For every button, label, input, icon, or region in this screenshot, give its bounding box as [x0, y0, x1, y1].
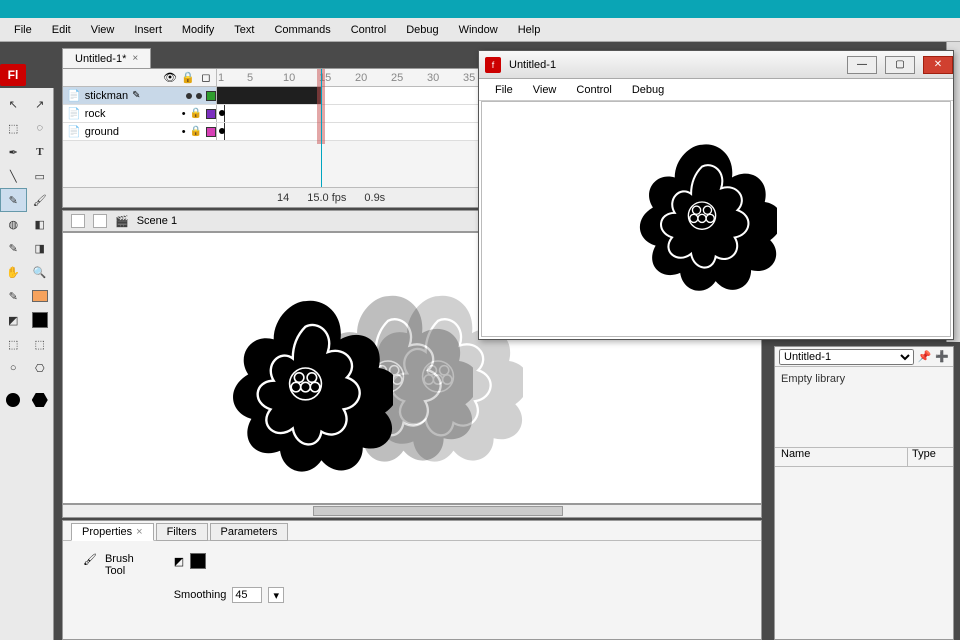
close-button[interactable]: ✕ [923, 56, 953, 74]
stroke-color[interactable]: ✎ [0, 284, 27, 308]
brush-tool[interactable]: 🖌 [27, 188, 53, 212]
outline-icon[interactable]: ◻ [200, 71, 212, 84]
library-col-type[interactable]: Type [907, 448, 953, 466]
minimize-button[interactable]: — [847, 56, 877, 74]
zoom-tool[interactable]: 🔍 [27, 260, 54, 284]
menu-modify[interactable]: Modify [172, 20, 224, 40]
main-menubar: File Edit View Insert Modify Text Comman… [0, 18, 960, 42]
selection-tool[interactable]: ↖ [0, 92, 27, 116]
library-document-select[interactable]: Untitled-1 [779, 349, 914, 365]
free-transform-tool[interactable]: ⬚ [0, 116, 27, 140]
brush-size[interactable] [0, 388, 27, 412]
current-frame: 14 [277, 192, 289, 204]
no-color[interactable]: ⬚ [27, 332, 54, 356]
preview-title: Untitled-1 [509, 59, 556, 71]
ink-bottle-tool[interactable]: ◍ [0, 212, 27, 236]
eyedropper-tool[interactable]: ✎ [0, 236, 27, 260]
lock-icon[interactable]: 🔒 [182, 71, 194, 84]
line-tool[interactable]: ╲ [0, 164, 27, 188]
lasso-tool[interactable]: ◌ [27, 116, 54, 140]
document-tab[interactable]: Untitled-1* × [62, 48, 151, 68]
preview-menu-view[interactable]: View [523, 81, 567, 99]
smoothing-label: Smoothing [174, 589, 227, 601]
tab-parameters[interactable]: Parameters [210, 523, 289, 541]
smoothing-dropdown[interactable]: ▾ [268, 587, 284, 603]
library-panel: Untitled-1 📌 ➕ Empty library Name Type [774, 346, 954, 640]
fps-display: 15.0 fps [307, 192, 346, 204]
menu-commands[interactable]: Commands [264, 20, 340, 40]
pencil-tool[interactable]: ✎ [0, 188, 27, 212]
eye-icon[interactable]: 👁 [164, 71, 176, 84]
library-empty-text: Empty library [775, 367, 953, 391]
app-logo: Fl [0, 64, 26, 86]
back-button[interactable] [71, 214, 85, 228]
brush-icon: 🖌 [83, 553, 97, 566]
hand-tool[interactable]: ✋ [0, 260, 27, 284]
preview-menu-file[interactable]: File [485, 81, 523, 99]
menu-control[interactable]: Control [341, 20, 396, 40]
library-col-name[interactable]: Name [775, 448, 907, 466]
menu-window[interactable]: Window [449, 20, 508, 40]
fill-swatch[interactable] [27, 308, 54, 332]
document-tab-label: Untitled-1* [75, 53, 126, 65]
preview-titlebar[interactable]: f Untitled-1 — ▢ ✕ [479, 51, 953, 79]
brush-shape[interactable] [27, 388, 54, 412]
menu-insert[interactable]: Insert [124, 20, 172, 40]
fill-color-swatch[interactable] [190, 553, 206, 569]
properties-panel: Properties× Filters Parameters 🖌 Brush T… [62, 520, 762, 640]
library-columns: Name Type [775, 447, 953, 467]
fill-color[interactable]: ◩ [0, 308, 27, 332]
tool-option-2[interactable]: ⎔ [27, 356, 54, 380]
tool-option-1[interactable]: ○ [0, 356, 27, 380]
forward-button[interactable] [93, 214, 107, 228]
new-library-icon[interactable]: ➕ [935, 350, 949, 363]
subselection-tool[interactable]: ↗ [27, 92, 54, 116]
eraser-tool[interactable]: ◨ [27, 236, 54, 260]
tab-filters[interactable]: Filters [156, 523, 208, 541]
preview-menu-control[interactable]: Control [566, 81, 621, 99]
stage-horizontal-scrollbar[interactable] [62, 504, 762, 518]
text-tool[interactable]: T [27, 140, 54, 164]
menu-edit[interactable]: Edit [42, 20, 81, 40]
preview-menubar: File View Control Debug [479, 79, 953, 101]
menu-help[interactable]: Help [508, 20, 551, 40]
menu-view[interactable]: View [81, 20, 125, 40]
pen-tool[interactable]: ✒ [0, 140, 27, 164]
swf-preview-window: f Untitled-1 — ▢ ✕ File View Control Deb… [478, 50, 954, 340]
scene-name[interactable]: Scene 1 [137, 215, 177, 227]
fill-swatch-icon: ◩ [174, 555, 184, 568]
elapsed-time: 0.9s [364, 192, 385, 204]
menu-text[interactable]: Text [224, 20, 264, 40]
pin-icon[interactable]: 📌 [918, 350, 932, 363]
close-icon[interactable]: × [136, 526, 142, 538]
rectangle-tool[interactable]: ▭ [27, 164, 54, 188]
tool-name-line2: Tool [105, 565, 134, 577]
close-icon[interactable]: × [132, 53, 138, 64]
stroke-swatch[interactable] [27, 284, 54, 308]
preview-canvas [481, 101, 951, 337]
smoothing-input[interactable] [232, 587, 262, 603]
flash-player-icon: f [485, 57, 501, 73]
swap-colors[interactable]: ⬚ [0, 332, 27, 356]
menu-file[interactable]: File [4, 20, 42, 40]
stage-artwork[interactable] [218, 298, 393, 473]
tool-name-line1: Brush [105, 553, 134, 565]
preview-menu-debug[interactable]: Debug [622, 81, 674, 99]
toolbox: ↖↗ ⬚◌ ✒T ╲▭ ✎🖌 ◍◧ ✎◨ ✋🔍 ✎ ◩ ⬚⬚ ○⎔ [0, 88, 54, 640]
maximize-button[interactable]: ▢ [885, 56, 915, 74]
paint-bucket-tool[interactable]: ◧ [27, 212, 54, 236]
scene-icon: 🎬 [115, 215, 129, 228]
tab-properties[interactable]: Properties× [71, 523, 154, 541]
menu-debug[interactable]: Debug [396, 20, 448, 40]
